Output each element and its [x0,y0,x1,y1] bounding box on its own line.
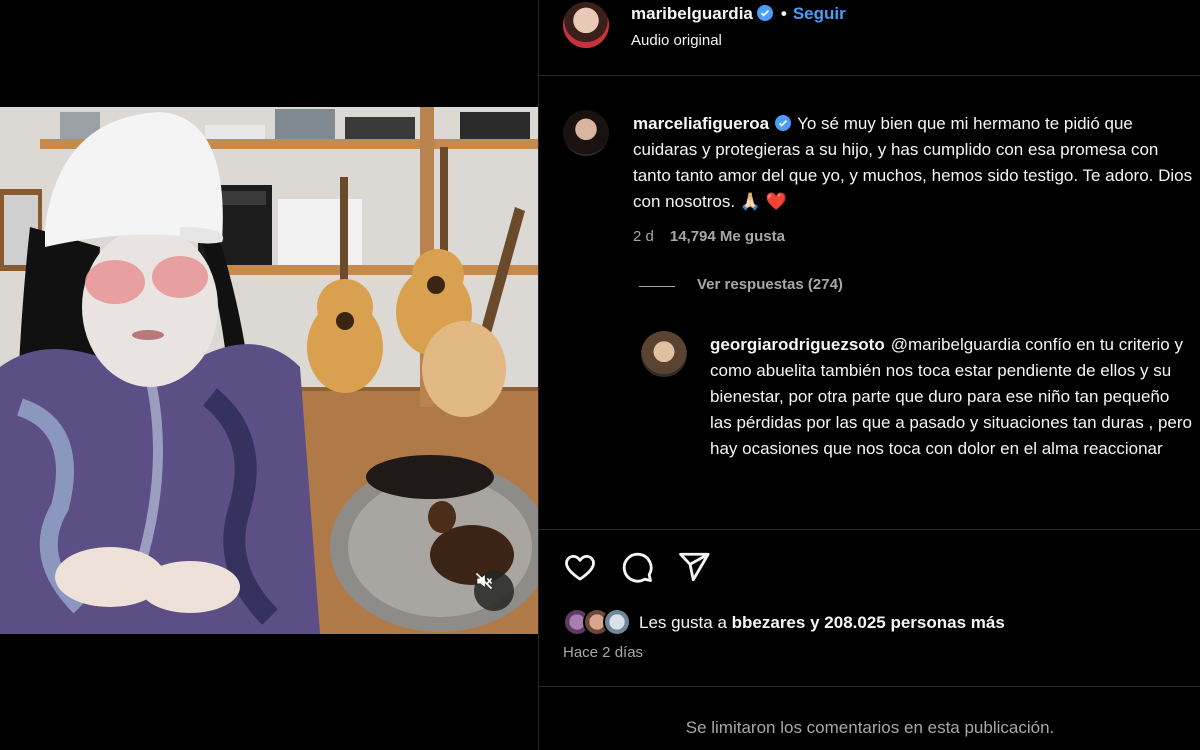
comment-time[interactable]: 2 d [633,228,654,245]
liked-by-conjunction: y [810,613,820,632]
heart-icon[interactable] [563,550,597,584]
send-icon[interactable] [677,550,711,584]
post-side-panel: maribelguardia • Seguir Audio original mar… [538,0,1200,750]
comment-username[interactable]: marceliafigueroa [633,114,769,133]
post-header: maribelguardia • Seguir Audio original [539,0,1200,76]
view-replies-button[interactable]: Ver respuestas (274) [639,276,843,293]
first-liker-link[interactable]: bbezares [732,613,806,632]
verified-badge-icon [756,5,773,21]
liked-by-prefix: Les gusta a [639,613,727,632]
liker-avatar [603,608,631,636]
post-timestamp[interactable]: Hace 2 días [563,644,643,661]
speaker-muted-icon [475,572,493,590]
follow-button[interactable]: Seguir [793,4,846,23]
verified-badge-icon [775,115,792,131]
liked-by-text: Les gusta a bbezares y 208.025 personas … [639,613,1005,633]
separator-dot: • [780,4,787,23]
comment-meta: 2 d 14,794 Me gusta [633,228,801,245]
replies-divider [639,286,675,287]
comment-likes[interactable]: 14,794 Me gusta [670,228,785,245]
comments-limited-notice: Se limitaron los comentarios en esta pub… [685,718,1055,737]
reply-username[interactable]: georgiarodriguezsoto [710,335,885,354]
reply-avatar[interactable] [641,331,687,377]
author-username[interactable]: maribelguardia [631,4,753,23]
comment-icon[interactable] [620,550,654,584]
post-actions: Les gusta a bbezares y 208.025 personas … [539,529,1200,687]
likes-count-link[interactable]: 208.025 personas más [824,613,1005,632]
comments-list[interactable]: marceliafigueroa Yo sé muy bien que mi he… [539,77,1200,529]
author-line: maribelguardia • Seguir [631,4,846,24]
post-video[interactable] [0,107,538,634]
video-frame-illustration [0,107,538,634]
audio-label[interactable]: Audio original [631,32,722,49]
author-avatar[interactable] [563,2,609,48]
view-replies-label: Ver respuestas (274) [697,276,843,293]
reply-item: georgiarodriguezsoto @maribelguardia conf… [710,332,1192,462]
commenter-avatar[interactable] [563,110,609,156]
comment-item: marceliafigueroa Yo sé muy bien que mi he… [633,111,1193,215]
mute-button[interactable] [474,571,514,611]
